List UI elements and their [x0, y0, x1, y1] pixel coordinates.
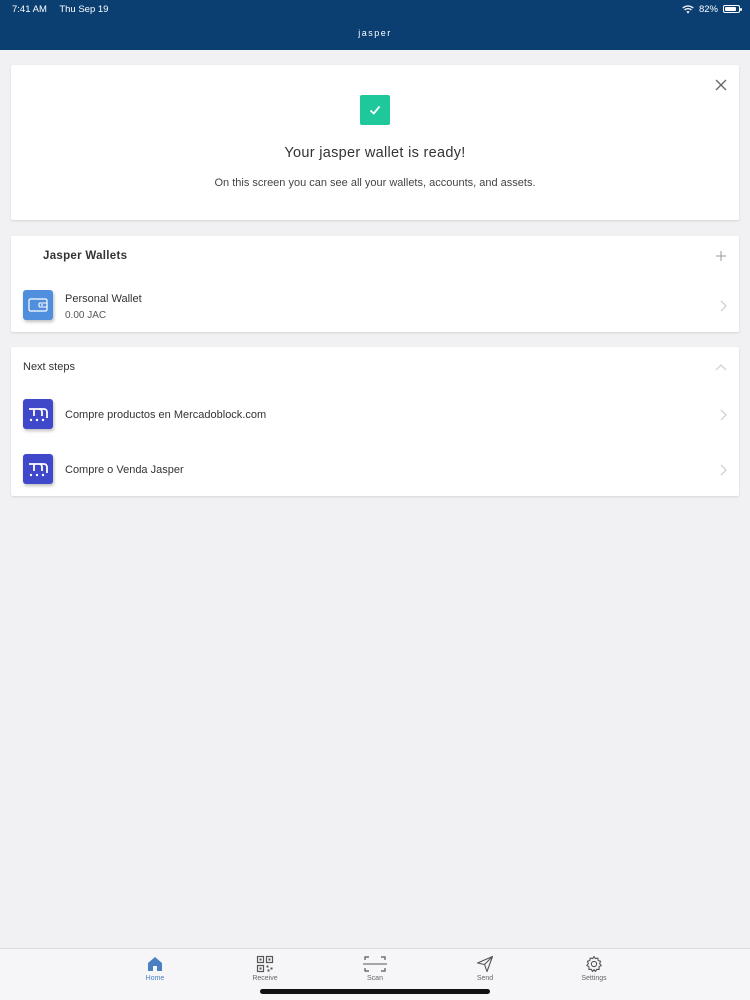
home-icon — [148, 957, 162, 971]
wallets-section-title: Jasper Wallets — [43, 250, 128, 262]
home-indicator — [260, 989, 490, 994]
wallet-icon — [23, 290, 53, 320]
tab-home[interactable]: Home — [125, 955, 185, 991]
chevron-right-icon — [720, 464, 727, 476]
mercadoblock-icon — [23, 454, 53, 484]
status-time: 7:41 AM — [12, 3, 47, 15]
tab-label: Settings — [581, 975, 607, 982]
battery-percent: 82% — [698, 3, 718, 15]
app-header: 7:41 AM Thu Sep 19 82% jasper — [0, 0, 750, 50]
chevron-right-icon — [720, 409, 727, 421]
next-step-row-mercadoblock[interactable]: Compre productos en Mercadoblock.com — [11, 393, 739, 441]
battery-level — [725, 7, 736, 11]
tab-receive[interactable]: Receive — [235, 955, 295, 991]
ready-title: Your jasper wallet is ready! — [284, 145, 466, 161]
send-icon — [476, 955, 494, 973]
next-step-label: Compre o Venda Jasper — [65, 464, 184, 476]
wifi-icon — [682, 4, 694, 13]
ready-description: On this screen you can see all your wall… — [214, 177, 536, 189]
wallet-name: Personal Wallet — [65, 293, 142, 305]
mercadoblock-icon — [23, 399, 53, 429]
jasper-wallets-card: Jasper Wallets Personal Wallet 0.00 JAC — [11, 236, 739, 332]
next-steps-card: Next steps Compre productos en Mercadobl… — [11, 347, 739, 496]
chevron-up-icon[interactable] — [715, 363, 727, 371]
tab-label: Send — [476, 975, 494, 982]
app-title: jasper — [358, 28, 392, 38]
chevron-right-icon — [720, 300, 727, 312]
qr-icon — [256, 955, 274, 973]
status-date: Thu Sep 19 — [59, 3, 109, 15]
battery-icon — [723, 5, 742, 13]
check-icon — [360, 95, 390, 125]
tab-label: Scan — [367, 975, 383, 982]
tab-label: Receive — [252, 975, 278, 982]
tab-label: Home — [145, 975, 165, 982]
scan-icon — [363, 956, 387, 972]
wallet-row-personal[interactable]: Personal Wallet 0.00 JAC — [11, 284, 739, 332]
gear-icon — [586, 955, 602, 973]
next-step-label: Compre productos en Mercadoblock.com — [65, 409, 267, 421]
close-icon[interactable] — [713, 77, 729, 93]
status-bar: 7:41 AM Thu Sep 19 82% — [0, 0, 750, 18]
add-wallet-icon[interactable] — [715, 250, 727, 262]
tab-send[interactable]: Send — [455, 955, 515, 991]
tab-settings[interactable]: Settings — [564, 955, 624, 991]
next-step-row-jasper[interactable]: Compre o Venda Jasper — [11, 448, 739, 496]
wallet-balance: 0.00 JAC — [65, 310, 107, 321]
next-steps-title: Next steps — [23, 361, 75, 373]
tab-scan[interactable]: Scan — [345, 955, 405, 991]
wallet-ready-card: Your jasper wallet is ready! On this scr… — [11, 65, 739, 220]
